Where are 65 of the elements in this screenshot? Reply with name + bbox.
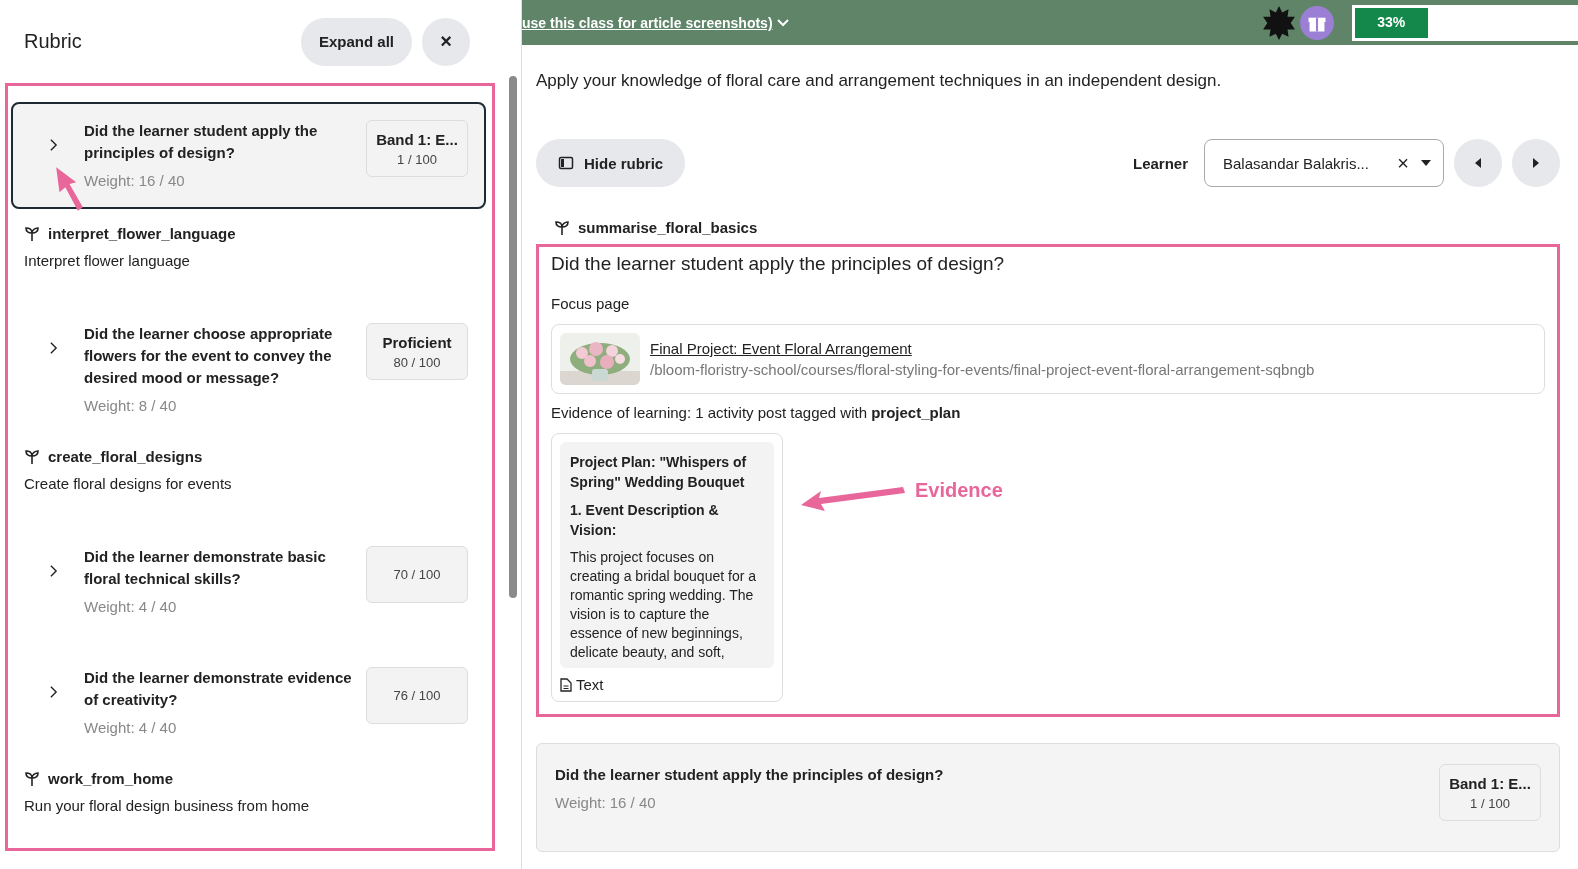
chevron-icon[interactable] bbox=[49, 685, 58, 699]
criterion-heading: Did the learner student apply the principles of design? bbox=[551, 253, 1006, 275]
outcome-description: Create floral designs for events bbox=[24, 475, 233, 492]
outcome-description: Run your floral design business from home bbox=[24, 797, 311, 814]
close-button[interactable]: × bbox=[422, 17, 470, 66]
focus-page-card[interactable]: Final Project: Event Floral Arrangement /bloom-floristry-school/courses/floral-styling-for-events/final-project-event-floral-arrangement-sqbngb bbox=[551, 324, 1545, 394]
panel-title: Rubric bbox=[24, 30, 82, 53]
criterion-item[interactable]: Did the learner choose appropriate flowers for the event to convey the desired mood or message? Weight: 8 / 40 Proficient 80 / 100 bbox=[11, 305, 486, 432]
chevron-icon[interactable] bbox=[49, 341, 58, 355]
criterion-item[interactable]: Did the learner demonstrate evidence of creativity? Weight: 4 / 40 76 / 100 bbox=[11, 649, 486, 754]
scrollbar[interactable] bbox=[509, 76, 517, 598]
sprout-icon bbox=[24, 448, 40, 465]
learner-select[interactable]: Balasandar Balakris... × bbox=[1204, 139, 1444, 187]
criterion-item[interactable]: Did the learner student apply the principles of design? Weight: 16 / 40 Band 1: E... 1 / 100 bbox=[11, 102, 486, 209]
left-triangle-icon bbox=[1474, 158, 1482, 168]
clear-button[interactable]: × bbox=[1397, 151, 1409, 175]
outcome-code: interpret_flower_language bbox=[48, 225, 236, 242]
chevron-icon[interactable] bbox=[49, 564, 58, 578]
criterion-weight: Weight: 16 / 40 bbox=[84, 172, 186, 189]
sidebar-icon bbox=[558, 155, 574, 171]
sprout-icon bbox=[554, 219, 570, 236]
post-type: Text bbox=[576, 676, 604, 693]
outcome-code: work_from_home bbox=[48, 770, 174, 787]
right-triangle-icon bbox=[1532, 158, 1540, 168]
criterion-item[interactable]: Did the learner demonstrate basic floral technical skills? Weight: 4 / 40 70 / 100 bbox=[11, 528, 486, 633]
post-excerpt: This project focuses on creating a bridal bouquet for a romantic spring wedding. The vision is to capture the essence of new beginnings, delicate beauty, and soft, bbox=[570, 548, 757, 662]
post-title: Project Plan: "Whispers of Spring" Wedding Bouquet bbox=[570, 453, 748, 492]
criterion-weight: Weight: 16 / 40 bbox=[555, 794, 657, 811]
evidence-label: Evidence of learning: 1 activity post tagged with project_plan bbox=[551, 404, 962, 421]
focus-page-path: /bloom-floristry-school/courses/floral-styling-for-events/final-project-event-floral-arrangement-sqbngb bbox=[650, 361, 1315, 378]
expand-all-button[interactable]: Expand all bbox=[300, 17, 412, 66]
hide-rubric-button[interactable]: Hide rubric bbox=[536, 139, 686, 187]
criterion-weight: Weight: 4 / 40 bbox=[84, 598, 178, 615]
document-icon bbox=[560, 677, 572, 692]
criterion-question: Did the learner demonstrate evidence of creativity? bbox=[84, 668, 353, 710]
sprout-icon bbox=[24, 770, 40, 787]
criterion-question: Did the learner demonstrate basic floral technical skills? bbox=[84, 547, 327, 589]
banner-link[interactable]: use this class for article screenshots) bbox=[522, 14, 789, 31]
criterion-question: Did the learner student apply the principles of design? bbox=[84, 121, 319, 163]
outcome-code: create_floral_designs bbox=[48, 448, 203, 465]
score-badge[interactable]: Band 1: E... 1 / 100 bbox=[366, 120, 468, 177]
learner-label: Learner bbox=[1132, 154, 1188, 172]
criterion-weight: Weight: 4 / 40 bbox=[84, 719, 178, 736]
progress-reading: 33% bbox=[1376, 13, 1407, 30]
score-badge[interactable]: Band 1: E... 1 / 100 bbox=[1439, 764, 1541, 821]
starburst-icon[interactable] bbox=[1262, 5, 1296, 40]
focus-page-label: Focus page bbox=[551, 295, 631, 312]
outcome-description: Interpret flower language bbox=[24, 252, 191, 269]
caret-icon[interactable] bbox=[1421, 160, 1431, 166]
page-subtitle: Apply your knowledge of floral care and arrangement techniques in an independent design. bbox=[536, 71, 1223, 91]
score-badge[interactable]: 76 / 100 bbox=[366, 667, 468, 724]
sprout-icon bbox=[24, 225, 40, 242]
score-badge[interactable]: 70 / 100 bbox=[366, 546, 468, 603]
score-badge[interactable]: Proficient 80 / 100 bbox=[366, 323, 468, 380]
outcome-code: summarise_floral_basics bbox=[578, 219, 758, 236]
chevron-icon[interactable] bbox=[49, 138, 58, 152]
criterion-question: Did the learner choose appropriate flowers for the event to convey the desired mood or message? bbox=[84, 324, 334, 388]
criterion-weight: Weight: 8 / 40 bbox=[84, 397, 178, 414]
post-heading: 1. Event Description & Vision: bbox=[570, 501, 720, 540]
criterion-question: Did the learner student apply the principles of design? bbox=[555, 765, 944, 785]
evidence-card[interactable] bbox=[551, 433, 783, 702]
criterion-card[interactable]: Did the learner student apply the principles of design? Weight: 16 / 40 Band 1: E... 1 / 100 bbox=[536, 743, 1560, 852]
annotation-label: Evidence bbox=[915, 479, 1003, 502]
focus-page-link[interactable]: Final Project: Event Floral Arrangement bbox=[650, 340, 1315, 357]
gift-icon[interactable] bbox=[1300, 5, 1334, 40]
